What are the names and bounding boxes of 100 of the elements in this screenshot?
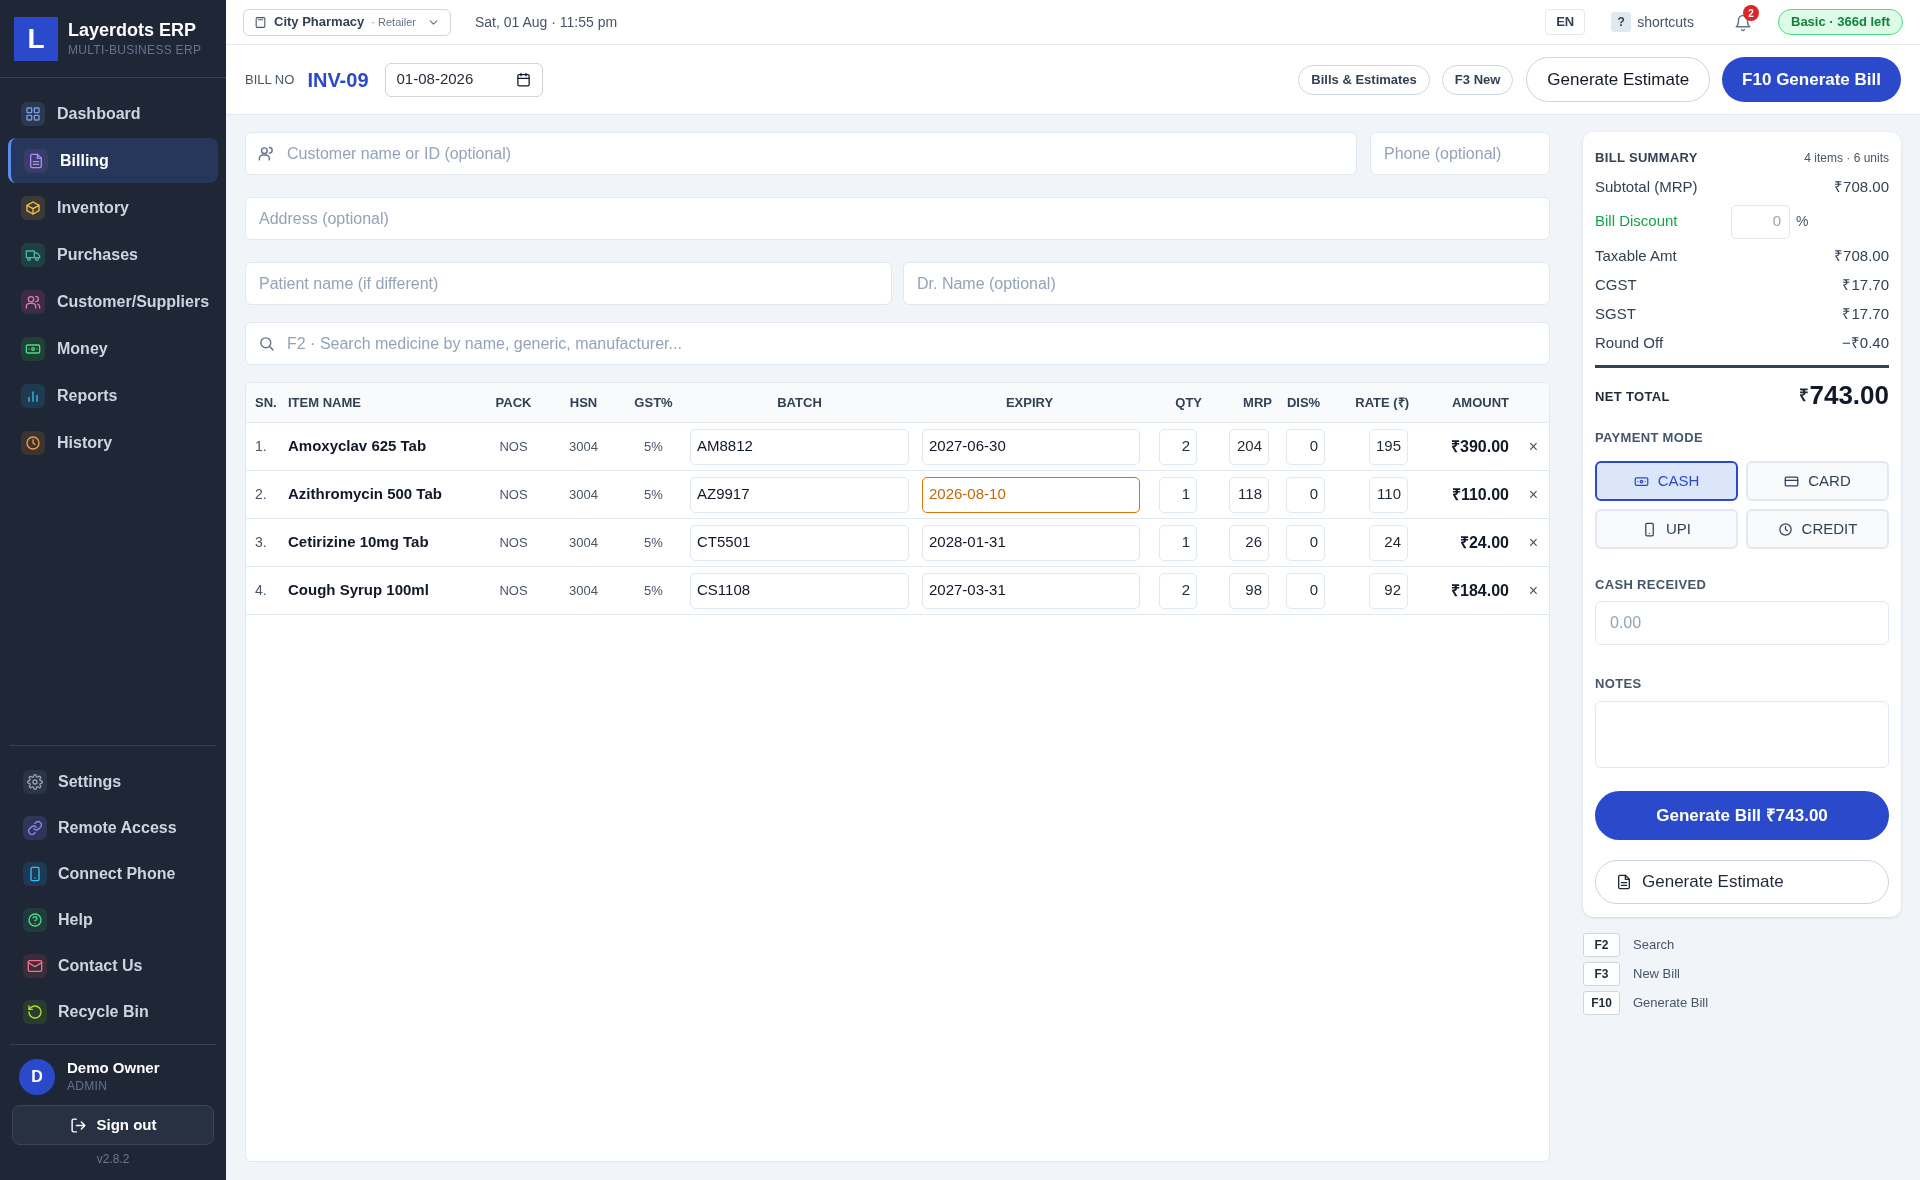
- generate-bill-button[interactable]: F10 Generate Bill: [1722, 57, 1901, 102]
- phone-icon: [23, 861, 47, 886]
- sidebar-item[interactable]: Dashboard: [8, 91, 218, 136]
- shortcut-key: F2: [1583, 933, 1620, 957]
- mrp-field[interactable]: 118: [1229, 476, 1269, 513]
- sign-out-icon: [69, 1116, 87, 1134]
- date-time: Sat, 01 Aug · 11:55 pm: [474, 12, 618, 32]
- mail-icon: [23, 953, 47, 978]
- mrp-field[interactable]: 98: [1229, 572, 1269, 609]
- table-cell-text: NOS: [498, 533, 529, 552]
- table-cell-text: 5%: [643, 485, 664, 504]
- date-field[interactable]: 01-08-2026: [384, 62, 543, 97]
- section-label: PAYMENT MODE: [1595, 428, 1704, 447]
- rate-field[interactable]: 195: [1369, 428, 1408, 465]
- shortcuts-key[interactable]: ?: [1611, 12, 1632, 32]
- payment-mode-button[interactable]: CASH: [1595, 461, 1738, 501]
- sidebar-item[interactable]: Connect Phone: [10, 851, 216, 896]
- expiry-field[interactable]: 2026-08-10: [922, 476, 1140, 513]
- shortcut-label: Search: [1633, 936, 1675, 955]
- shortcut-label: New Bill: [1633, 965, 1680, 984]
- table-cell-text: NOS: [498, 485, 529, 504]
- column-header: SN.: [254, 393, 278, 412]
- help-icon: [23, 907, 47, 932]
- expiry-field[interactable]: 2028-01-31: [922, 524, 1140, 561]
- sidebar-item[interactable]: Remote Access: [10, 805, 216, 850]
- remove-button[interactable]: ×: [1528, 434, 1539, 459]
- summary-title: BILL SUMMARY: [1595, 149, 1698, 167]
- store-type: · Retailer: [371, 14, 416, 30]
- payment-mode-button[interactable]: CARD: [1746, 461, 1889, 501]
- payment-mode-button[interactable]: UPI: [1595, 509, 1738, 549]
- input-field[interactable]: Dr. Name (optional): [903, 262, 1550, 305]
- search-field[interactable]: F2 · Search medicine by name, generic, manufacturer...: [245, 322, 1550, 365]
- sidebar-item[interactable]: Recycle Bin: [10, 989, 216, 1034]
- batch-field[interactable]: CS1108: [690, 572, 909, 609]
- column-header: DIS%: [1285, 393, 1322, 412]
- sidebar-item[interactable]: Money: [8, 326, 218, 371]
- truck-icon: [21, 242, 45, 267]
- remove-button[interactable]: ×: [1528, 530, 1539, 555]
- grid-icon: [21, 101, 45, 126]
- mrp-field[interactable]: 204: [1229, 428, 1269, 465]
- mrp-field[interactable]: 26: [1229, 524, 1269, 561]
- remove-button[interactable]: ×: [1528, 482, 1539, 507]
- store-dropdown[interactable]: City Pharmacy · Retailer: [243, 8, 451, 36]
- payment-mode-button[interactable]: CREDIT: [1746, 509, 1889, 549]
- sidebar-item[interactable]: Reports: [8, 373, 218, 418]
- table-cell-text: 1.: [254, 437, 268, 456]
- sign-out-button[interactable]: Sign out: [12, 1105, 214, 1145]
- input-field[interactable]: Patient name (if different): [245, 262, 892, 305]
- qty-field[interactable]: 2: [1159, 428, 1197, 465]
- input-field[interactable]: Phone (optional): [1370, 132, 1550, 175]
- sidebar-item[interactable]: Contact Us: [10, 943, 216, 988]
- sidebar-item[interactable]: Customer/Suppliers: [8, 279, 218, 324]
- batch-field[interactable]: AM8812: [690, 428, 909, 465]
- qty-field[interactable]: 1: [1159, 524, 1197, 561]
- settings-icon: [23, 769, 47, 794]
- sidebar-item[interactable]: Billing: [8, 138, 218, 183]
- banknote-icon: [21, 336, 45, 361]
- summary-label: CGST: [1595, 274, 1637, 295]
- expiry-field[interactable]: 2027-03-31: [922, 572, 1140, 609]
- phone-icon: [1642, 521, 1657, 537]
- rate-field[interactable]: 24: [1369, 524, 1408, 561]
- input-field[interactable]: Address (optional): [245, 197, 1550, 240]
- shortcuts-link[interactable]: shortcuts: [1637, 11, 1694, 33]
- batch-field[interactable]: CT5501: [690, 524, 909, 561]
- notes-field[interactable]: [1595, 701, 1889, 768]
- qty-field[interactable]: 2: [1159, 572, 1197, 609]
- language-button[interactable]: EN: [1545, 9, 1586, 35]
- column-header: HSN: [568, 393, 599, 412]
- percent-label: %: [1796, 212, 1809, 231]
- rate-field[interactable]: 92: [1369, 572, 1408, 609]
- table-cell-text: 5%: [643, 437, 664, 456]
- column-header: BATCH: [776, 393, 823, 412]
- sidebar-item[interactable]: Settings: [10, 759, 216, 804]
- table-cell-text: NOS: [498, 437, 529, 456]
- dis-field[interactable]: 0: [1286, 572, 1325, 609]
- cash-received-field[interactable]: 0.00: [1595, 600, 1889, 645]
- dis-field[interactable]: 0: [1286, 524, 1325, 561]
- sidebar-item[interactable]: History: [8, 420, 218, 465]
- section-label: NOTES: [1595, 674, 1643, 693]
- sidebar-item[interactable]: Purchases: [8, 232, 218, 277]
- dis-field[interactable]: 0: [1286, 428, 1325, 465]
- rate-field[interactable]: 110: [1369, 476, 1408, 513]
- qty-field[interactable]: 1: [1159, 476, 1197, 513]
- generate-bill-button[interactable]: Generate Bill ₹743.00: [1595, 791, 1889, 840]
- document-icon: [1616, 874, 1632, 890]
- table-cell-text: 4.: [254, 581, 268, 600]
- clock-icon: [1777, 521, 1793, 537]
- user-name: Demo Owner: [67, 1059, 160, 1077]
- clock-icon: [21, 430, 45, 455]
- sidebar-item[interactable]: Inventory: [8, 185, 218, 230]
- sidebar-item[interactable]: Help: [10, 897, 216, 942]
- summary-value: ₹17.70: [1842, 274, 1889, 295]
- expiry-field[interactable]: 2027-06-30: [922, 428, 1140, 465]
- input-field[interactable]: Customer name or ID (optional): [245, 132, 1357, 175]
- column-header: AMOUNT: [1450, 393, 1510, 412]
- remove-button[interactable]: ×: [1528, 578, 1539, 603]
- bar-chart-icon: [21, 383, 45, 408]
- dis-field[interactable]: 0: [1286, 476, 1325, 513]
- batch-field[interactable]: AZ9917: [690, 476, 909, 513]
- table-cell-text: ₹110.00: [1450, 484, 1510, 505]
